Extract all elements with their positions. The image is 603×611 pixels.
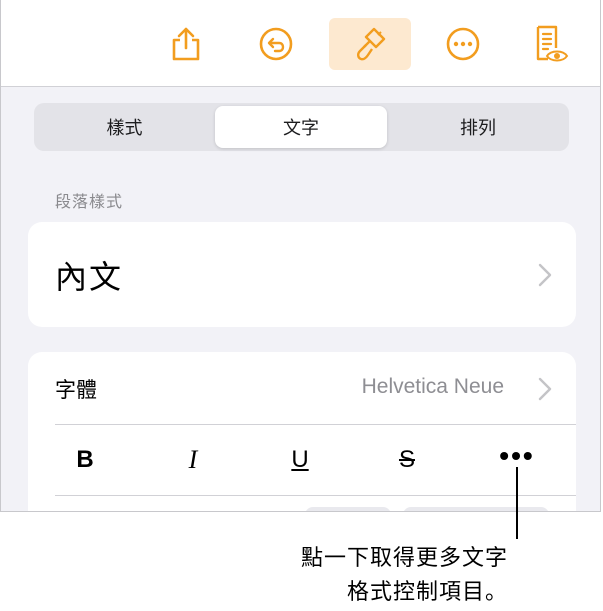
tab-bar: 樣式 文字 排列 bbox=[34, 103, 569, 151]
chevron-right-icon bbox=[538, 263, 552, 287]
share-icon bbox=[172, 27, 200, 61]
tab-arrange[interactable]: 排列 bbox=[390, 106, 566, 148]
bold-button[interactable]: B bbox=[55, 440, 115, 480]
callout-text-line1: 點一下取得更多文字 bbox=[300, 546, 508, 571]
more-icon bbox=[446, 27, 480, 61]
undo-icon bbox=[259, 27, 293, 61]
callout-text-line2: 格式控制項目。 bbox=[346, 580, 508, 605]
paragraph-style-value: 內文 bbox=[55, 258, 124, 296]
chevron-right-icon bbox=[538, 377, 552, 401]
italic-button[interactable]: I bbox=[163, 440, 223, 480]
underline-button[interactable]: U bbox=[270, 440, 330, 480]
font-card: 字體 Helvetica Neue B I U S ••• bbox=[28, 352, 576, 511]
tab-text[interactable]: 文字 bbox=[215, 106, 387, 148]
divider bbox=[55, 424, 576, 425]
strikethrough-button[interactable]: S bbox=[377, 440, 437, 480]
format-panel: 樣式 文字 排列 段落樣式 內文 字體 Helvetica Neue B I U… bbox=[0, 0, 601, 512]
share-button[interactable] bbox=[158, 18, 214, 70]
tab-style-label: 樣式 bbox=[106, 118, 143, 139]
paragraph-style-row[interactable]: 內文 bbox=[28, 222, 576, 327]
tab-style[interactable]: 樣式 bbox=[37, 106, 212, 148]
screen: 樣式 文字 排列 段落樣式 內文 字體 Helvetica Neue B I U… bbox=[0, 0, 603, 611]
toolbar bbox=[1, 0, 600, 87]
font-row[interactable]: 字體 Helvetica Neue bbox=[28, 352, 576, 424]
reading-view-button[interactable] bbox=[523, 18, 579, 70]
font-color-control[interactable] bbox=[403, 507, 549, 511]
font-label: 字體 bbox=[55, 378, 97, 402]
tab-arrange-label: 排列 bbox=[460, 118, 496, 139]
tab-text-label: 文字 bbox=[283, 118, 319, 139]
reading-view-icon bbox=[536, 25, 569, 62]
font-value: Helvetica Neue bbox=[361, 375, 504, 398]
callout-line bbox=[516, 467, 518, 539]
paragraph-style-section-label: 段落樣式 bbox=[55, 192, 124, 211]
divider bbox=[55, 495, 576, 496]
format-button[interactable] bbox=[329, 18, 411, 70]
paintbrush-icon bbox=[357, 27, 386, 61]
more-button[interactable] bbox=[435, 18, 491, 70]
undo-button[interactable] bbox=[248, 18, 304, 70]
font-size-control[interactable] bbox=[305, 507, 391, 511]
